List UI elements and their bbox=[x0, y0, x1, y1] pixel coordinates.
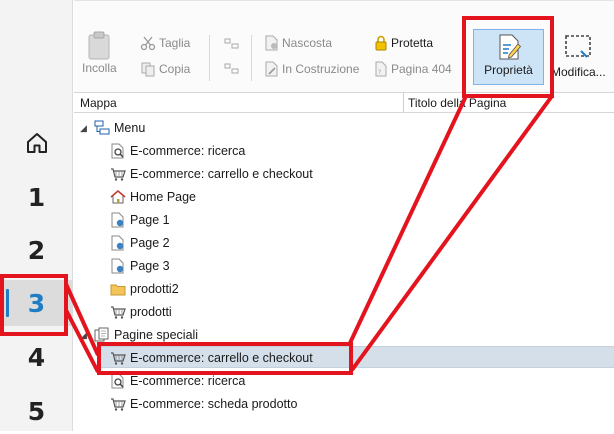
annotation-lines bbox=[64, 94, 554, 373]
annotation-line-properties bbox=[348, 95, 468, 344]
annotation-line-properties bbox=[350, 94, 554, 372]
